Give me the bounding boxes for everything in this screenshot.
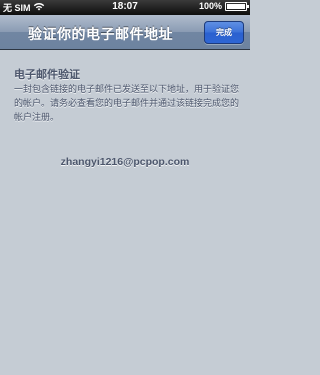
page-title: 验证你的电子邮件地址 <box>28 27 173 43</box>
main-content: 电子邮件验证 一封包含链接的电子邮件已发送至以下地址，用于验证您的帐户。请务必查… <box>0 51 250 375</box>
battery-percent: 100% <box>198 1 222 11</box>
verification-description: 一封包含链接的电子邮件已发送至以下地址，用于验证您的帐户。请务必查看您的电子邮件… <box>14 85 240 123</box>
battery-icon <box>225 1 249 11</box>
status-right: 100% <box>198 1 249 11</box>
section-title: 电子邮件验证 <box>14 68 80 81</box>
navigation-bar: 验证你的电子邮件地址 完成 <box>0 15 250 50</box>
status-bar: 无 SIM 18:07 100% <box>0 0 250 15</box>
done-button[interactable]: 完成 <box>204 21 244 44</box>
email-address: zhangyi1216@pcpop.com <box>60 156 190 168</box>
